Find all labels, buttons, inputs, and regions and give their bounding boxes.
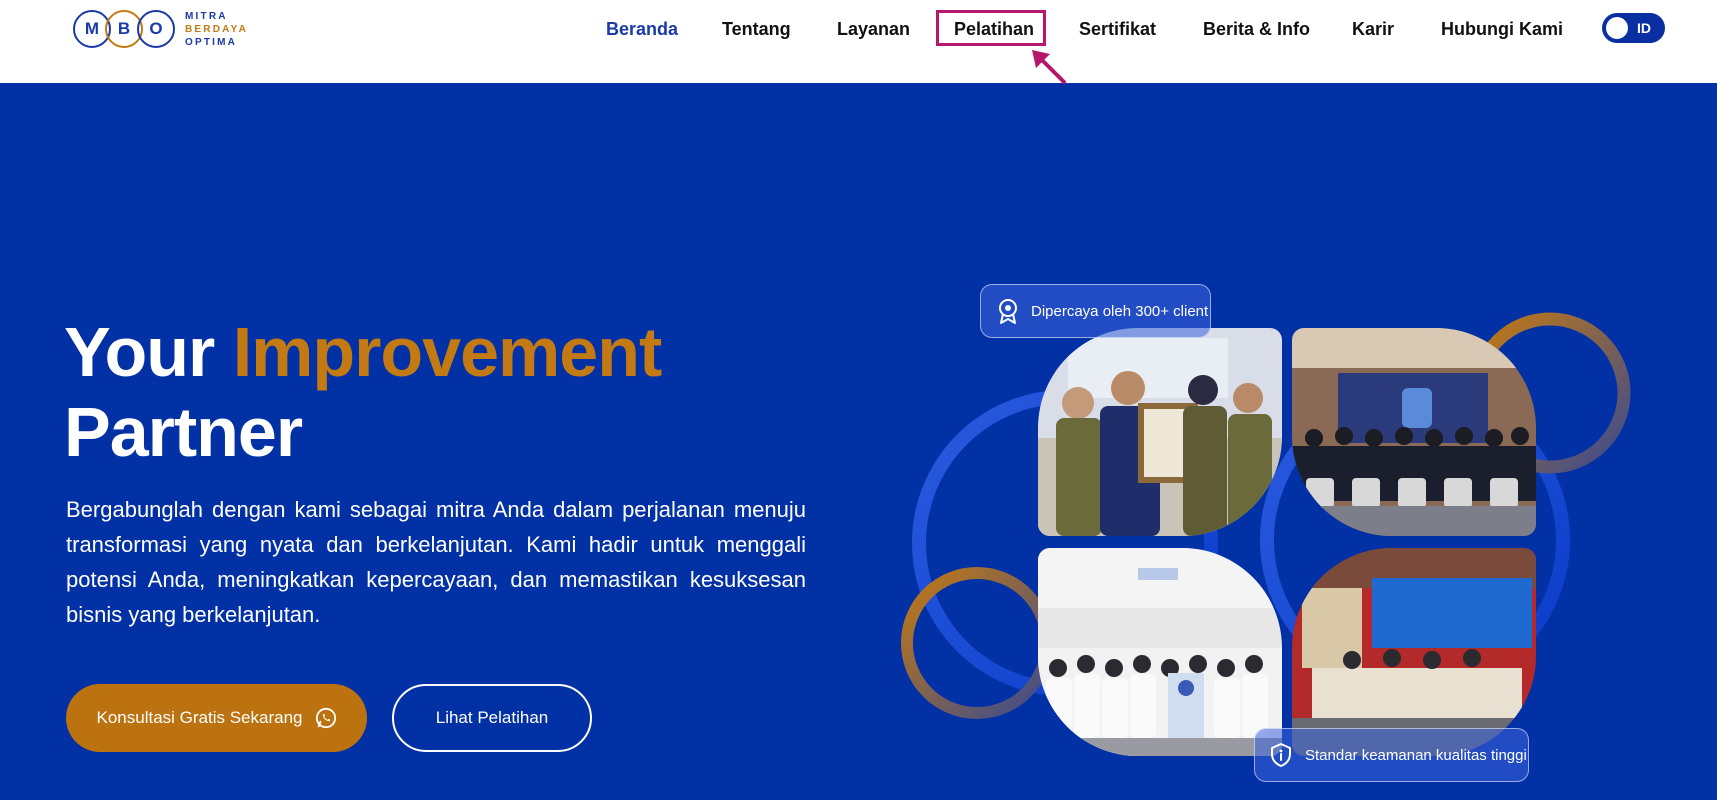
hero-title-accent: Improvement [232,313,663,391]
site-header: M B O MITRA BERDAYA OPTIMA Beranda Tenta… [0,0,1717,84]
trust-badge-text: Dipercaya oleh 300+ client [1031,302,1209,320]
nav-berita-info[interactable]: Berita & Info [1203,17,1310,41]
language-label: ID [1637,20,1651,36]
security-badge: Standar keamanan kualitas tinggi [1254,728,1529,782]
arrow-annotation-icon [1032,50,1066,84]
hero-title-part1: Your [64,313,215,391]
shield-icon [1271,743,1291,767]
hero-title: Your Improvement Partner [64,312,784,472]
photo-certificate-handover [1038,328,1282,536]
view-training-label: Lihat Pelatihan [435,708,549,727]
language-toggle[interactable]: ID [1602,13,1665,43]
hero-title-part2: Partner [64,393,303,471]
nav-sertifikat[interactable]: Sertifikat [1079,17,1156,41]
nav-layanan[interactable]: Layanan [837,17,910,41]
consult-button-label: Konsultasi Gratis Sekarang [96,708,303,727]
photo-meeting-room [1292,548,1536,756]
toggle-knob [1606,17,1628,39]
security-badge-text: Standar keamanan kualitas tinggi [1305,746,1527,764]
hero-description: Bergabunglah dengan kami sebagai mitra A… [66,497,806,627]
consult-button[interactable]: Konsultasi Gratis Sekarang [66,684,367,752]
nav-beranda[interactable]: Beranda [606,17,678,41]
photo-group-seminar [1292,328,1536,536]
photo-training-group [1038,548,1282,756]
nav-karir[interactable]: Karir [1352,17,1394,41]
nav-tentang[interactable]: Tentang [722,17,791,41]
trust-badge: Dipercaya oleh 300+ client [980,284,1211,338]
nav-hubungi-kami[interactable]: Hubungi Kami [1441,17,1563,41]
whatsapp-icon [315,707,336,729]
nav-pelatihan[interactable]: Pelatihan [954,17,1034,41]
award-icon [999,299,1017,324]
main-nav: Beranda Tentang Layanan Pelatihan Sertif… [0,0,1717,84]
view-training-button[interactable]: Lihat Pelatihan [392,684,592,752]
